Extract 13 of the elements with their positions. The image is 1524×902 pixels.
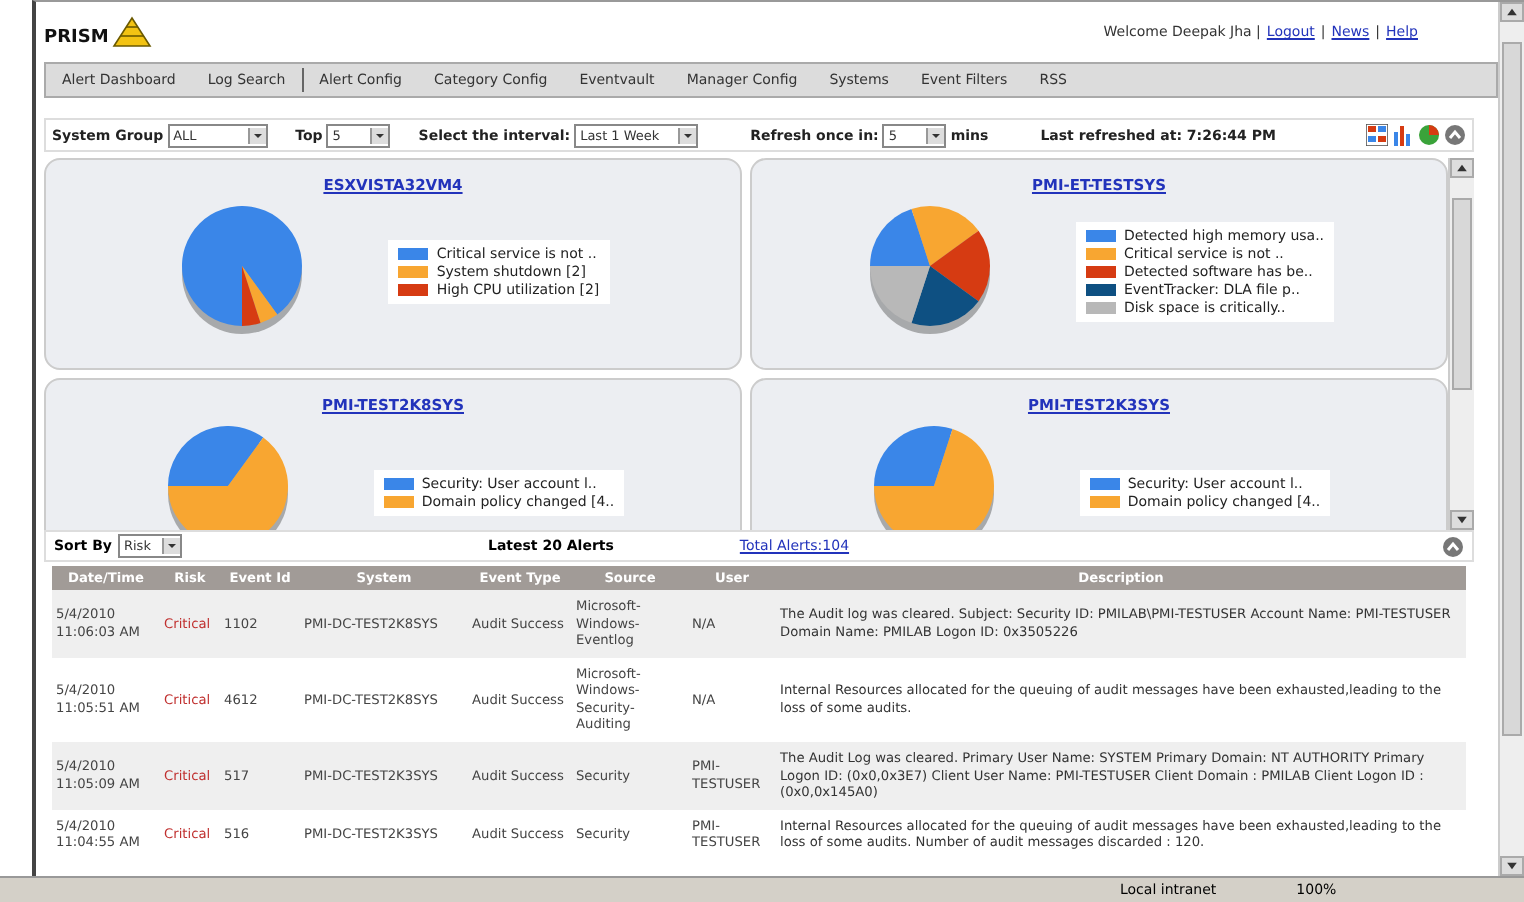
table-view-icon[interactable] xyxy=(1366,124,1388,146)
scroll-up-button[interactable] xyxy=(1450,158,1474,178)
logo-text: PRISM xyxy=(44,28,109,48)
scrollbar[interactable] xyxy=(1448,158,1474,530)
collapse-icon[interactable] xyxy=(1444,124,1466,146)
scrollbar[interactable] xyxy=(1498,2,1524,876)
collapse-icon[interactable] xyxy=(1442,535,1464,557)
bar-chart-icon[interactable] xyxy=(1392,124,1414,146)
pyramid-icon xyxy=(110,16,155,48)
scroll-down-button[interactable] xyxy=(1500,856,1524,876)
scroll-down-button[interactable] xyxy=(1450,510,1474,530)
pie-chart-icon[interactable] xyxy=(1418,124,1440,146)
scroll-up-button[interactable] xyxy=(1500,2,1524,22)
